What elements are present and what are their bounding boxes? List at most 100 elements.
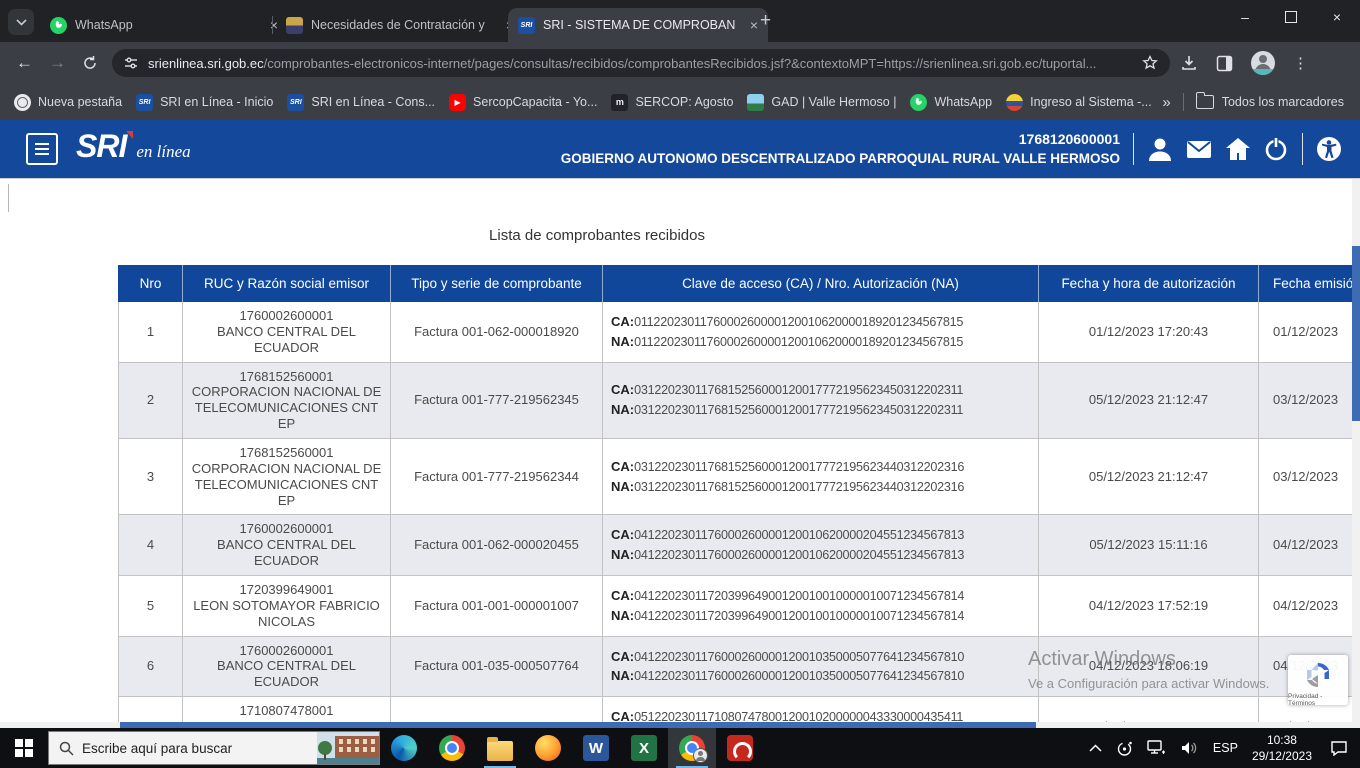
taskbar-app-excel[interactable]: X <box>620 728 668 768</box>
tab-whatsapp[interactable]: WhatsApp × <box>40 8 288 42</box>
table-row: 1 1760002600001BANCO CENTRAL DEL ECUADOR… <box>118 302 1352 363</box>
cell-fecha-emision: 03/12/2023 <box>1259 363 1352 439</box>
browser-menu-icon[interactable]: ⋮ <box>1293 54 1308 72</box>
cell-emisor: 1760002600001BANCO CENTRAL DEL ECUADOR <box>183 302 391 363</box>
bookmark-sri-inicio[interactable]: SRISRI en Línea - Inicio <box>136 94 273 111</box>
address-bar[interactable]: srienlinea.sri.gob.ec/comprobantes-elect… <box>112 49 1170 77</box>
bookmarks-bar: Nueva pestaña SRISRI en Línea - Inicio S… <box>0 84 1360 120</box>
cell-tipo-serie: Factura 001-777-219562345 <box>391 363 603 439</box>
bookmark-sercop-agosto[interactable]: mSERCOP: Agosto <box>611 94 733 111</box>
close-window-button[interactable]: × <box>1314 0 1360 34</box>
hamburger-menu-button[interactable] <box>26 133 58 165</box>
maximize-button[interactable] <box>1268 0 1314 34</box>
sri-logo: SRI en línea <box>76 128 191 165</box>
tray-update-icon[interactable] <box>1116 740 1133 757</box>
recaptcha-badge[interactable]: Privacidad - Términos <box>1288 655 1348 705</box>
taskbar-search-input[interactable]: Escribe aquí para buscar <box>48 731 380 765</box>
download-icon[interactable] <box>1180 54 1198 72</box>
tab-title: WhatsApp <box>75 18 260 32</box>
bookmark-star-icon[interactable] <box>1142 55 1158 71</box>
cell-nro: 5 <box>119 576 183 637</box>
taskbar-clock[interactable]: 10:38 29/12/2023 <box>1252 732 1312 764</box>
mail-icon[interactable] <box>1185 135 1213 163</box>
entity-ruc: 1768120600001 <box>561 129 1120 149</box>
sri-icon: SRI <box>136 94 153 111</box>
col-header-fecha-autorizacion: Fecha y hora de autorización <box>1039 265 1259 302</box>
close-icon[interactable]: × <box>750 17 758 33</box>
forward-button[interactable]: → <box>49 53 66 73</box>
sercop-icon: m <box>611 94 628 111</box>
taskbar-app-acrobat[interactable] <box>716 728 764 768</box>
window-controls: – × <box>1222 0 1360 34</box>
start-button[interactable] <box>0 728 48 768</box>
whatsapp-icon <box>910 94 927 111</box>
tab-necesidades[interactable]: Necesidades de Contratación y × <box>276 8 524 42</box>
vertical-scrollbar[interactable] <box>1352 179 1360 728</box>
action-center-icon[interactable] <box>1330 740 1348 756</box>
cell-nro: 4 <box>119 515 183 576</box>
bookmarks-divider <box>1183 93 1184 111</box>
recaptcha-icon <box>1302 659 1334 691</box>
back-button[interactable]: ← <box>16 53 33 73</box>
cell-emisor: 1710807478001POSO VIRACOCHA IVAN RODRIGO <box>183 697 391 722</box>
bookmark-sercopcapacita[interactable]: ▶SercopCapacita - Yo... <box>449 94 597 111</box>
site-settings-icon[interactable] <box>124 56 138 70</box>
home-icon[interactable] <box>1224 135 1252 163</box>
bookmark-nueva-pestana[interactable]: Nueva pestaña <box>14 94 122 111</box>
url-domain: srienlinea.sri.gob.ec <box>148 56 264 71</box>
col-header-tipo: Tipo y serie de comprobante <box>391 265 603 302</box>
entity-name: GOBIERNO AUTONOMO DESCENTRALIZADO PARROQ… <box>561 149 1120 169</box>
profile-badge-icon <box>693 748 708 763</box>
whatsapp-icon <box>50 17 67 34</box>
tab-separator <box>272 16 273 34</box>
taskbar-app-chrome-active[interactable] <box>668 728 716 768</box>
excel-icon: X <box>631 735 657 761</box>
reload-button[interactable] <box>82 55 98 71</box>
tray-chevron-up-icon[interactable] <box>1089 744 1102 752</box>
windows-logo-icon <box>15 739 33 757</box>
side-panel-icon[interactable] <box>1216 55 1233 72</box>
bookmark-sri-cons[interactable]: SRISRI en Línea - Cons... <box>287 94 435 111</box>
cell-clave-acceso: CA:0412202301176000260000120010620000204… <box>603 515 1039 576</box>
new-tab-button[interactable]: + <box>760 10 771 32</box>
reload-icon <box>82 55 98 71</box>
vertical-scrollbar-thumb[interactable] <box>1352 246 1360 421</box>
search-placeholder: Escribe aquí para buscar <box>82 741 232 756</box>
gad-icon <box>747 94 764 111</box>
cell-nro: 1 <box>119 302 183 363</box>
table-row: 3 1768152560001CORPORACION NACIONAL DE T… <box>118 439 1352 515</box>
bookmark-ingreso-sistema[interactable]: Ingreso al Sistema -... <box>1006 94 1152 111</box>
network-icon[interactable] <box>1147 740 1166 756</box>
taskbar-app-word[interactable]: W <box>572 728 620 768</box>
browser-toolbar: ← → srienlinea.sri.gob.ec/comprobantes-e… <box>0 42 1360 84</box>
taskbar-app-firefox[interactable] <box>524 728 572 768</box>
bookmark-gad-valle-hermoso[interactable]: GAD | Valle Hermoso | <box>747 94 896 111</box>
power-icon[interactable] <box>1262 135 1290 163</box>
cell-emisor: 1720399649001LEON SOTOMAYOR FABRICIO NIC… <box>183 576 391 637</box>
clock-time: 10:38 <box>1252 732 1312 748</box>
screen: WhatsApp × Necesidades de Contratación y… <box>0 0 1360 768</box>
minimize-button[interactable]: – <box>1222 0 1268 34</box>
taskbar-app-chrome[interactable] <box>428 728 476 768</box>
taskbar-app-explorer[interactable] <box>476 728 524 768</box>
cell-tipo-serie: Factura 001-035-000507764 <box>391 637 603 698</box>
speaker-icon[interactable] <box>1180 740 1199 756</box>
cell-fecha-autorizacion: 01/12/2023 17:20:43 <box>1039 302 1259 363</box>
user-icon[interactable] <box>1146 135 1174 163</box>
table-row: 2 1768152560001CORPORACION NACIONAL DE T… <box>118 363 1352 439</box>
bookmarks-overflow-button[interactable]: » <box>1162 94 1170 111</box>
sri-icon: SRI <box>287 94 304 111</box>
profile-avatar[interactable] <box>1251 51 1275 75</box>
maximize-icon <box>1285 11 1297 23</box>
system-tray: ESP 10:38 29/12/2023 <box>1089 732 1360 764</box>
taskbar-app-edge[interactable] <box>380 728 428 768</box>
language-indicator[interactable]: ESP <box>1213 741 1238 755</box>
bookmark-whatsapp[interactable]: WhatsApp <box>910 94 992 111</box>
tab-search-button[interactable] <box>8 9 34 35</box>
all-bookmarks-button[interactable]: Todos los marcadores <box>1196 95 1344 109</box>
cell-fecha-emision: 01/12/2023 <box>1259 302 1352 363</box>
page-content: Lista de comprobantes recibidos Nro RUC … <box>0 178 1360 728</box>
accessibility-icon[interactable] <box>1315 135 1343 163</box>
edge-icon <box>391 735 417 761</box>
tab-sri-active[interactable]: SRI SRI - SISTEMA DE COMPROBAN × <box>508 8 768 42</box>
